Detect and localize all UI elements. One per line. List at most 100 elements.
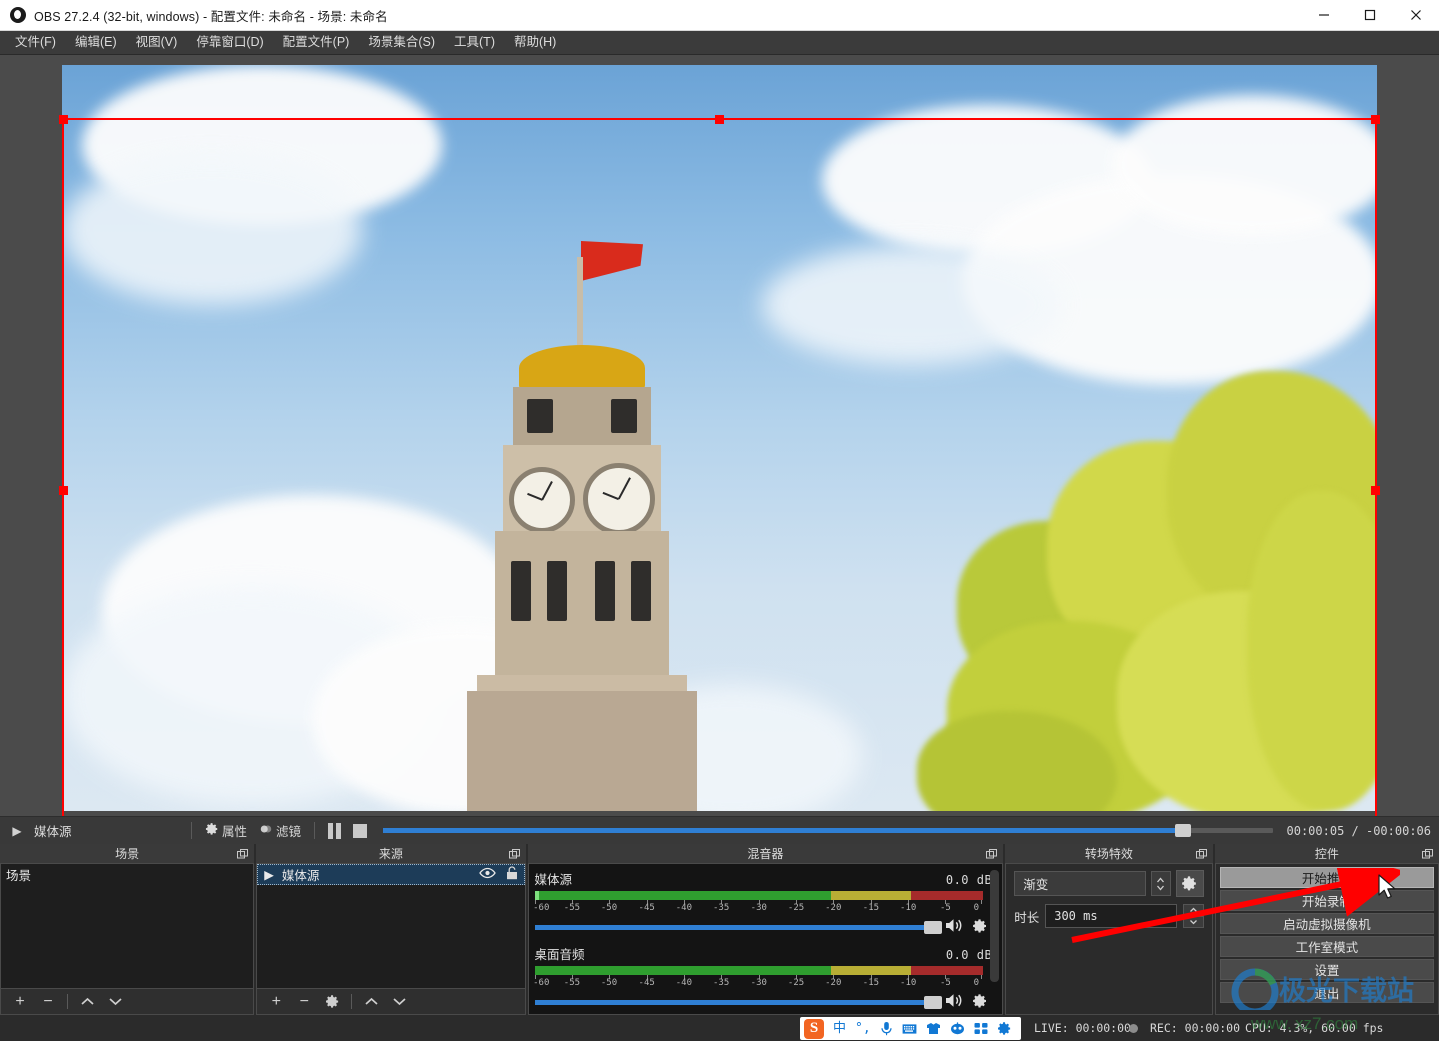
- mixer-scrollbar[interactable]: [990, 870, 1000, 982]
- source-name-label: 媒体源: [281, 869, 320, 883]
- exit-button[interactable]: 退出: [1219, 982, 1435, 1003]
- minimize-button[interactable]: [1301, 0, 1347, 31]
- float-dock-icon[interactable]: [508, 848, 520, 859]
- mixer-title-label: 混音器: [747, 847, 784, 861]
- remove-source-button[interactable]: −: [291, 991, 317, 1013]
- meter-scale: -60 -55 -50 -45 -40 -35 -30 -25 -20 -15 …: [533, 975, 984, 988]
- mixer-settings-gear-icon[interactable]: [972, 918, 988, 937]
- emoji-face-icon[interactable]: [950, 1022, 965, 1035]
- transition-select[interactable]: 渐变: [1014, 871, 1146, 896]
- ime-language-label[interactable]: 中: [833, 1022, 846, 1035]
- properties-button[interactable]: 属性: [199, 821, 253, 840]
- audio-meter: [534, 891, 984, 900]
- controls-dock: 控件 开始推流 开始录制 启动虚拟摄像机 工作室模式 设置 退出: [1214, 844, 1439, 1015]
- duration-input[interactable]: 300 ms: [1045, 904, 1177, 928]
- start-virtual-camera-button[interactable]: 启动虚拟摄像机: [1219, 913, 1435, 934]
- float-dock-icon[interactable]: [986, 848, 998, 859]
- menu-file[interactable]: 文件(F): [6, 33, 65, 52]
- menu-scene-collection[interactable]: 场景集合(S): [359, 33, 444, 52]
- mute-speaker-icon[interactable]: [944, 917, 964, 937]
- scene-list-item[interactable]: 场景: [1, 864, 254, 884]
- transition-properties-gear-icon[interactable]: [1175, 870, 1204, 897]
- window-controls: [1301, 0, 1439, 31]
- mute-speaker-icon[interactable]: [944, 992, 964, 1012]
- float-dock-icon[interactable]: [1195, 848, 1207, 859]
- source-list-item[interactable]: ▶ 媒体源: [257, 864, 525, 885]
- close-button[interactable]: [1393, 0, 1439, 31]
- mixer-channel-name: 桌面音频: [534, 948, 585, 962]
- apps-grid-icon[interactable]: [974, 1022, 988, 1035]
- preview-area[interactable]: [0, 55, 1439, 816]
- move-scene-up-button[interactable]: [74, 991, 100, 1013]
- sources-list[interactable]: ▶ 媒体源: [256, 863, 526, 989]
- move-source-up-button[interactable]: [358, 991, 384, 1013]
- duration-stepper[interactable]: [1182, 904, 1204, 928]
- tower-window: [511, 561, 531, 621]
- add-source-button[interactable]: +: [263, 991, 289, 1013]
- mixer-dock-title: 混音器: [527, 844, 1004, 863]
- sources-dock-title: 来源: [256, 844, 526, 863]
- properties-label: 属性: [222, 825, 248, 839]
- window-title: OBS 27.2.4 (32-bit, windows) - 配置文件: 未命名…: [34, 9, 388, 24]
- remove-scene-button[interactable]: −: [35, 991, 61, 1013]
- menu-edit[interactable]: 编辑(E): [66, 33, 126, 52]
- pause-button[interactable]: [322, 822, 347, 839]
- menu-help[interactable]: 帮助(H): [505, 33, 565, 52]
- dock-row: 场景 场景 + − 来源 ▶ 媒体源 + − 混音器 媒体源 0.0 dB -6…: [0, 844, 1439, 1015]
- scenes-title-label: 场景: [115, 847, 140, 861]
- mixer-channel-head: 媒体源 0.0 dB: [535, 869, 993, 888]
- seek-handle[interactable]: [1174, 824, 1191, 837]
- ime-settings-icon[interactable]: [997, 1021, 1012, 1036]
- tower-window: [595, 561, 615, 621]
- scenes-dock: 场景 场景 + −: [0, 844, 255, 1015]
- ime-toolbar[interactable]: S 中 °,: [800, 1017, 1021, 1040]
- volume-fill: [534, 999, 925, 1005]
- preview-canvas[interactable]: [62, 65, 1377, 811]
- keyboard-icon[interactable]: [902, 1023, 917, 1035]
- maximize-button[interactable]: [1347, 0, 1393, 31]
- menu-profile[interactable]: 配置文件(P): [274, 33, 359, 52]
- move-scene-down-button[interactable]: [102, 991, 128, 1013]
- microphone-icon[interactable]: [880, 1021, 893, 1036]
- mixer-volume-row: [534, 917, 993, 937]
- unlock-icon[interactable]: [506, 866, 518, 883]
- menu-view[interactable]: 视图(V): [127, 33, 187, 52]
- duration-stepper-up[interactable]: [1182, 904, 1204, 916]
- clock-face: [509, 467, 575, 533]
- move-source-down-button[interactable]: [386, 991, 412, 1013]
- volume-slider[interactable]: [534, 995, 943, 1009]
- menu-tools[interactable]: 工具(T): [445, 33, 504, 52]
- live-status: LIVE: 00:00:00: [1034, 1021, 1131, 1035]
- sogou-logo-icon[interactable]: S: [804, 1018, 824, 1039]
- volume-handle[interactable]: [924, 995, 943, 1009]
- sources-toolbar: + −: [256, 989, 526, 1015]
- media-seek-slider[interactable]: [383, 824, 1273, 837]
- float-dock-icon[interactable]: [1422, 848, 1434, 859]
- transition-spinner-icon[interactable]: [1150, 871, 1171, 896]
- start-streaming-button[interactable]: 开始推流: [1219, 867, 1435, 888]
- source-properties-button[interactable]: [319, 991, 345, 1013]
- stop-button[interactable]: [347, 823, 373, 838]
- settings-button[interactable]: 设置: [1219, 959, 1435, 980]
- menu-docks[interactable]: 停靠窗口(D): [187, 33, 272, 52]
- clock-face: [583, 463, 655, 535]
- duration-stepper-down[interactable]: [1182, 916, 1204, 928]
- filters-button[interactable]: 滤镜: [253, 821, 307, 840]
- eye-icon[interactable]: [478, 867, 496, 882]
- volume-handle[interactable]: [924, 920, 943, 934]
- add-scene-button[interactable]: +: [7, 991, 33, 1013]
- media-play-icon[interactable]: ▶: [0, 824, 34, 838]
- volume-slider[interactable]: [534, 920, 943, 934]
- mixer-settings-gear-icon[interactable]: [972, 993, 988, 1012]
- filters-icon: [259, 822, 273, 839]
- audio-meter: [534, 966, 984, 975]
- sources-dock: 来源 ▶ 媒体源 + −: [256, 844, 526, 1015]
- title-bar: OBS 27.2.4 (32-bit, windows) - 配置文件: 未命名…: [0, 0, 1439, 31]
- transition-select-row: 渐变: [1014, 870, 1204, 897]
- studio-mode-button[interactable]: 工作室模式: [1219, 936, 1435, 957]
- skin-shirt-icon[interactable]: [926, 1022, 941, 1035]
- float-dock-icon[interactable]: [237, 848, 249, 859]
- scenes-list[interactable]: 场景: [0, 863, 255, 989]
- start-recording-button[interactable]: 开始录制: [1219, 890, 1435, 911]
- ime-punctuation-icon[interactable]: °,: [855, 1022, 871, 1035]
